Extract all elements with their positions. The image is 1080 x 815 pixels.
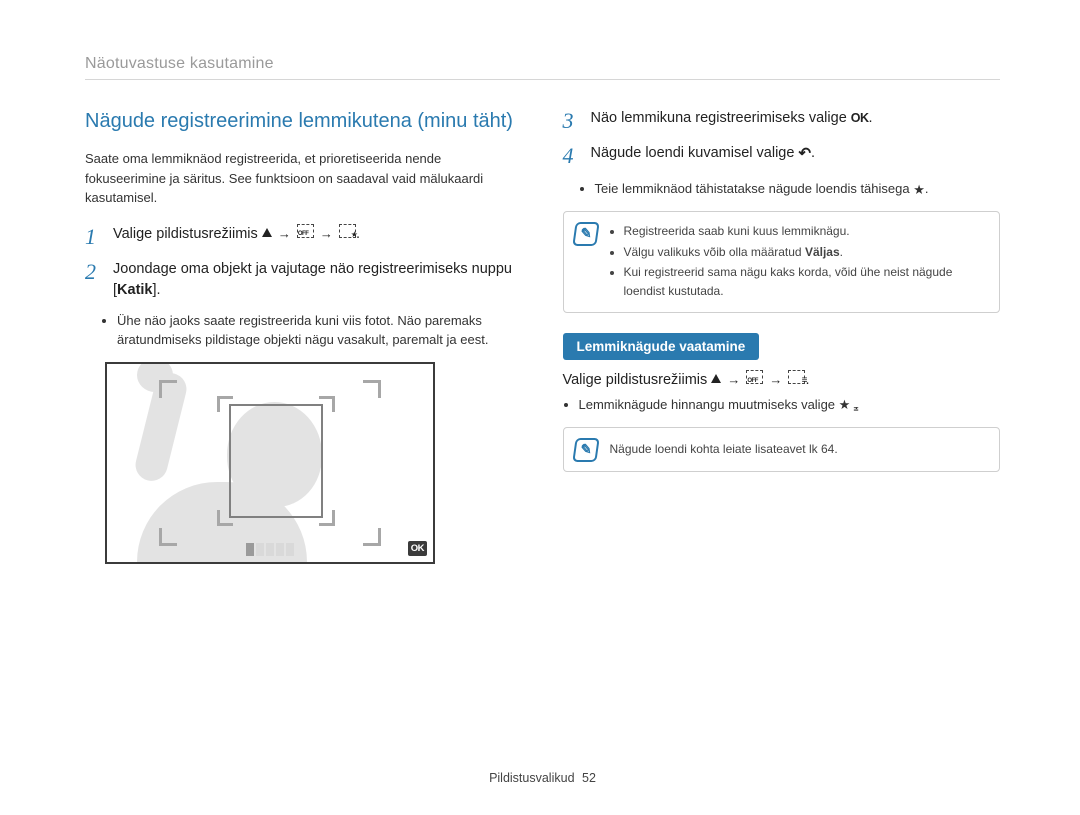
- note-item: Välgu valikuks võib olla määratud Väljas…: [624, 243, 988, 262]
- page: Näotuvastuse kasutamine Nägude registree…: [0, 0, 1080, 815]
- step2-bullets: Ühe näo jaoks saate registreerida kuni v…: [85, 311, 523, 350]
- step-body: Näo lemmikuna registreerimiseks valige O…: [591, 108, 1001, 133]
- page-header-title: Näotuvastuse kasutamine: [85, 55, 1000, 73]
- arrow-icon: →: [725, 371, 742, 390]
- face-frame-inner: [229, 404, 323, 518]
- page-number: 52: [582, 771, 596, 785]
- bullet-item: Ühe näo jaoks saate registreerida kuni v…: [117, 311, 523, 350]
- step4-bullet-suffix: .: [925, 181, 929, 196]
- capture-progress-icon: [246, 543, 294, 556]
- af-bracket-icon: [159, 528, 177, 546]
- note-icon: ✎: [572, 438, 599, 462]
- intro-paragraph: Saate oma lemmiknäod registreerida, et p…: [85, 149, 523, 208]
- step-2: 2 Joondage oma objekt ja vajutage näo re…: [85, 259, 523, 301]
- face-list-icon: [788, 370, 805, 384]
- note-text: Nägude loendi kohta leiate lisateavet lk…: [610, 442, 838, 456]
- star-list-icon: ★: [839, 395, 855, 415]
- face-star-icon: [339, 224, 356, 238]
- af-bracket-icon: [159, 380, 177, 398]
- step3-suffix: .: [869, 110, 873, 126]
- step-number: 3: [563, 108, 581, 133]
- ok-indicator: OK: [408, 541, 427, 556]
- left-column: Nägude registreerimine lemmikutena (minu…: [85, 108, 523, 767]
- note-box: ✎ Nägude loendi kohta leiate lisateavet …: [563, 427, 1001, 472]
- note-box: ✎ Registreerida saab kuni kuus lemmiknäg…: [563, 211, 1001, 313]
- note-icon: ✎: [572, 222, 599, 246]
- step-number: 1: [85, 224, 103, 249]
- step-1: 1 Valige pildistusrežiimis → → .: [85, 224, 523, 249]
- content-columns: Nägude registreerimine lemmikutena (minu…: [85, 108, 1000, 767]
- step2-bold: Katik: [117, 282, 152, 298]
- camera-preview-illustration: OK: [105, 362, 435, 564]
- step4-suffix: .: [811, 145, 815, 161]
- arrow-icon: →: [767, 371, 784, 390]
- up-icon: [711, 374, 721, 383]
- page-footer: Pildistusvalikud 52: [85, 767, 1000, 785]
- face-detect-off-icon: [297, 224, 314, 238]
- step4-bullets: Teie lemmiknäod tähistatakse nägude loen…: [563, 179, 1001, 200]
- step-3: 3 Näo lemmikuna registreerimiseks valige…: [563, 108, 1001, 133]
- arrow-icon: →: [276, 225, 293, 244]
- bullet-item: Teie lemmiknäod tähistatakse nägude loen…: [595, 179, 1001, 200]
- note-item: Kui registreerid sama nägu kaks korda, v…: [624, 263, 988, 300]
- line-prefix: Valige pildistusrežiimis: [563, 372, 712, 388]
- bullet-item: Lemmiknägude hinnangu muutmiseks valige …: [579, 395, 1001, 415]
- back-icon: ↶: [798, 143, 811, 165]
- instruction-line: Valige pildistusrežiimis → → .: [563, 370, 1001, 391]
- right-column: 3 Näo lemmikuna registreerimiseks valige…: [563, 108, 1001, 767]
- section-heading: Nägude registreerimine lemmikutena (minu…: [85, 108, 523, 135]
- step1-text-prefix: Valige pildistusrežiimis: [113, 226, 262, 242]
- step-number: 2: [85, 259, 103, 301]
- step4-bullet-prefix: Teie lemmiknäod tähistatakse nägude loen…: [595, 181, 914, 196]
- step-body: Joondage oma objekt ja vajutage näo regi…: [113, 259, 523, 301]
- step4-prefix: Nägude loendi kuvamisel valige: [591, 145, 799, 161]
- step2-text: Joondage oma objekt ja vajutage näo regi…: [113, 261, 512, 298]
- note-item: Registreerida saab kuni kuus lemmiknägu.: [624, 222, 988, 241]
- star-icon: ★: [913, 182, 925, 197]
- up-icon: [262, 228, 272, 237]
- footer-label: Pildistusvalikud: [489, 771, 574, 785]
- step-body: Valige pildistusrežiimis → → .: [113, 224, 523, 249]
- step2-end: ].: [153, 282, 161, 298]
- arrow-icon: →: [318, 225, 335, 244]
- instruction-bullets: Lemmiknägude hinnangu muutmiseks valige …: [563, 395, 1001, 415]
- af-bracket-icon: [363, 528, 381, 546]
- af-bracket-icon: [363, 380, 381, 398]
- line-bullet-prefix: Lemmiknägude hinnangu muutmiseks valige: [579, 397, 839, 412]
- note-list: Registreerida saab kuni kuus lemmiknägu.…: [610, 222, 988, 300]
- subsection-heading: Lemmiknägude vaatamine: [563, 333, 760, 360]
- ok-icon: OK: [851, 109, 869, 127]
- step-number: 4: [563, 143, 581, 168]
- step-4: 4 Nägude loendi kuvamisel valige ↶.: [563, 143, 1001, 168]
- step-body: Nägude loendi kuvamisel valige ↶.: [591, 143, 1001, 168]
- face-detect-off-icon: [746, 370, 763, 384]
- header-divider: [85, 79, 1000, 80]
- step3-prefix: Näo lemmikuna registreerimiseks valige: [591, 110, 851, 126]
